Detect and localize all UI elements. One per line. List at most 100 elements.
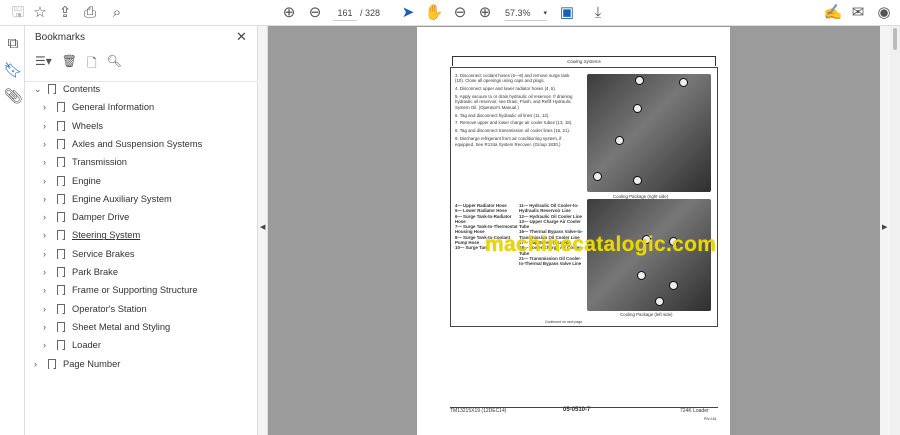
- procedure-step: 8. Tag and disconnect transmission oil c…: [455, 128, 571, 134]
- chevron-right-icon[interactable]: ›: [43, 340, 53, 350]
- previous-page-icon[interactable]: ⊕: [279, 4, 299, 22]
- bookmark-item[interactable]: › Wheels: [43, 118, 103, 134]
- bookmark-item[interactable]: › Axles and Suspension Systems: [43, 136, 202, 152]
- page-thumbnails-icon[interactable]: ⧉: [3, 35, 23, 53]
- close-icon[interactable]: ✕: [236, 29, 247, 45]
- chevron-right-icon[interactable]: ›: [34, 359, 44, 369]
- chevron-right-icon[interactable]: ›: [43, 102, 53, 112]
- bookmark-icon: [57, 175, 65, 186]
- chevron-right-icon[interactable]: ›: [43, 285, 53, 295]
- chevron-right-icon[interactable]: ›: [43, 230, 53, 240]
- bookmark-item[interactable]: › Engine: [43, 173, 101, 189]
- chevron-right-icon[interactable]: ›: [43, 212, 53, 222]
- collapse-left-icon[interactable]: ◀: [260, 223, 265, 231]
- chevron-right-icon[interactable]: ›: [43, 194, 53, 204]
- pdf-page: Cooling Systems 3. Disconnect coolant ho…: [417, 27, 730, 435]
- bookmark-item[interactable]: › Steering System: [43, 227, 140, 243]
- bookmark-label: Engine: [72, 175, 101, 186]
- procedure-step: 4. Disconnect upper and lower radiator h…: [455, 86, 557, 92]
- bookmarks-panel: Bookmarks ✕ ☰▾ 🗑︎ 🗋 🔍︎ ⌄ Contents › General…: [25, 26, 258, 435]
- bookmarks-icon[interactable]: 🔖︎: [3, 62, 23, 80]
- callout: [669, 281, 678, 290]
- zoom-select[interactable]: 57.3% ▾: [505, 6, 547, 21]
- section-header: Cooling Systems: [452, 56, 716, 66]
- bookmark-icon: [57, 267, 65, 277]
- scrollbar-thumb[interactable]: [893, 28, 897, 50]
- bookmark-item[interactable]: › Service Brakes: [43, 246, 135, 262]
- bookmark-icon: [57, 138, 65, 149]
- print-icon[interactable]: ⎙: [80, 4, 100, 22]
- zoom-value: 57.3%: [505, 8, 531, 18]
- chevron-right-icon[interactable]: ›: [43, 322, 53, 332]
- callout: [655, 297, 664, 306]
- bookmark-item[interactable]: › Sheet Metal and Styling: [43, 319, 170, 335]
- bookmark-label: Page Number: [63, 358, 121, 369]
- next-page-icon[interactable]: ⊖: [305, 4, 325, 22]
- bookmark-item[interactable]: › Frame or Supporting Structure: [43, 282, 198, 298]
- scroll-mode-icon[interactable]: ⤓: [588, 4, 608, 22]
- procedure-step: 9. Discharge refrigerant from air condit…: [455, 136, 562, 147]
- zoom-in-icon[interactable]: ⊕: [475, 4, 495, 22]
- bookmark-label: Service Brakes: [72, 248, 135, 259]
- select-cursor-icon[interactable]: ➤: [398, 4, 418, 22]
- delete-icon[interactable]: 🗑︎: [62, 54, 77, 70]
- sign-icon[interactable]: ✍: [823, 4, 843, 22]
- page-number-input[interactable]: 161: [333, 6, 357, 21]
- expand-right-icon[interactable]: ▶: [882, 223, 887, 231]
- chevron-right-icon[interactable]: ›: [43, 139, 53, 149]
- chevron-right-icon[interactable]: ›: [43, 267, 53, 277]
- bookmark-label: Park Brake: [72, 267, 118, 277]
- options-menu-icon[interactable]: ☰▾: [35, 54, 52, 70]
- legend-entry: 13— Upper Charge Air Cooler Tube: [519, 218, 581, 230]
- bookmark-item[interactable]: › Damper Drive: [43, 209, 129, 225]
- add-bookmark-icon[interactable]: 🗋: [87, 54, 97, 70]
- bookmark-label: Wheels: [72, 120, 104, 131]
- upload-cloud-icon[interactable]: ⇪: [55, 4, 75, 22]
- bookmark-item[interactable]: › Operator's Station: [43, 301, 147, 317]
- cooling-package-right-image: [587, 74, 711, 192]
- footer-left: TM13215X19 (12DEC14): [450, 408, 507, 414]
- callout: [593, 172, 602, 181]
- bookmark-item[interactable]: › Page Number: [34, 356, 120, 372]
- bookmark-icon: [57, 157, 65, 168]
- procedure-step: 7. Remove upper and lower charge air coo…: [455, 120, 573, 126]
- chevron-right-icon[interactable]: ›: [43, 249, 53, 259]
- bookmark-item[interactable]: ⌄ Contents: [34, 81, 100, 97]
- footer-center: 05-0510-7: [563, 407, 591, 413]
- chevron-right-icon[interactable]: ›: [43, 157, 53, 167]
- left-nav-strip: ⧉ 🔖︎ 📎︎: [0, 26, 25, 435]
- chevron-down-icon[interactable]: ⌄: [34, 84, 44, 95]
- find-bookmark-icon[interactable]: 🔍︎: [107, 54, 122, 70]
- bookmark-item[interactable]: › Transmission: [43, 154, 127, 170]
- callout: [633, 104, 642, 113]
- bookmark-label: Loader: [72, 340, 101, 351]
- bookmark-item[interactable]: › Loader: [43, 337, 101, 353]
- bookmark-item[interactable]: › Engine Auxiliary System: [43, 191, 172, 207]
- account-icon[interactable]: ◉: [874, 4, 894, 22]
- chevron-down-icon: ▾: [543, 10, 547, 17]
- chevron-right-icon[interactable]: ›: [43, 121, 53, 131]
- legend-entry: 6— Surge Tank-to-Radiator Hose: [455, 213, 512, 224]
- footer-sub: PN=161: [704, 417, 717, 421]
- bookmark-icon: [57, 193, 65, 204]
- procedure-step: 6. Tag and disconnect hydraulic oil line…: [455, 112, 550, 118]
- bookmark-item[interactable]: › General Information: [43, 99, 154, 115]
- vertical-scrollbar[interactable]: [890, 26, 900, 435]
- attachments-icon[interactable]: 📎︎: [3, 88, 23, 106]
- bookmark-icon: [57, 303, 65, 314]
- hand-tool-icon[interactable]: ✋: [424, 4, 444, 22]
- search-icon[interactable]: ⌕: [107, 4, 127, 22]
- page-display-icon[interactable]: ▣: [557, 4, 577, 22]
- chevron-right-icon[interactable]: ›: [43, 304, 53, 314]
- email-icon[interactable]: ✉: [848, 4, 868, 22]
- bookmark-star-icon[interactable]: ☆: [30, 4, 50, 22]
- bookmark-label: Engine Auxiliary System: [72, 193, 172, 204]
- bookmark-label: Steering System: [72, 230, 141, 241]
- save-icon[interactable]: 🖫: [8, 4, 28, 22]
- bookmark-item[interactable]: › Park Brake: [43, 264, 118, 280]
- zoom-out-icon[interactable]: ⊖: [450, 4, 470, 22]
- caption-left: Cooling Package (left side): [620, 312, 673, 317]
- chevron-right-icon[interactable]: ›: [43, 176, 53, 186]
- right-splitter[interactable]: ▶: [880, 26, 890, 435]
- panel-splitter[interactable]: ◀: [258, 26, 268, 435]
